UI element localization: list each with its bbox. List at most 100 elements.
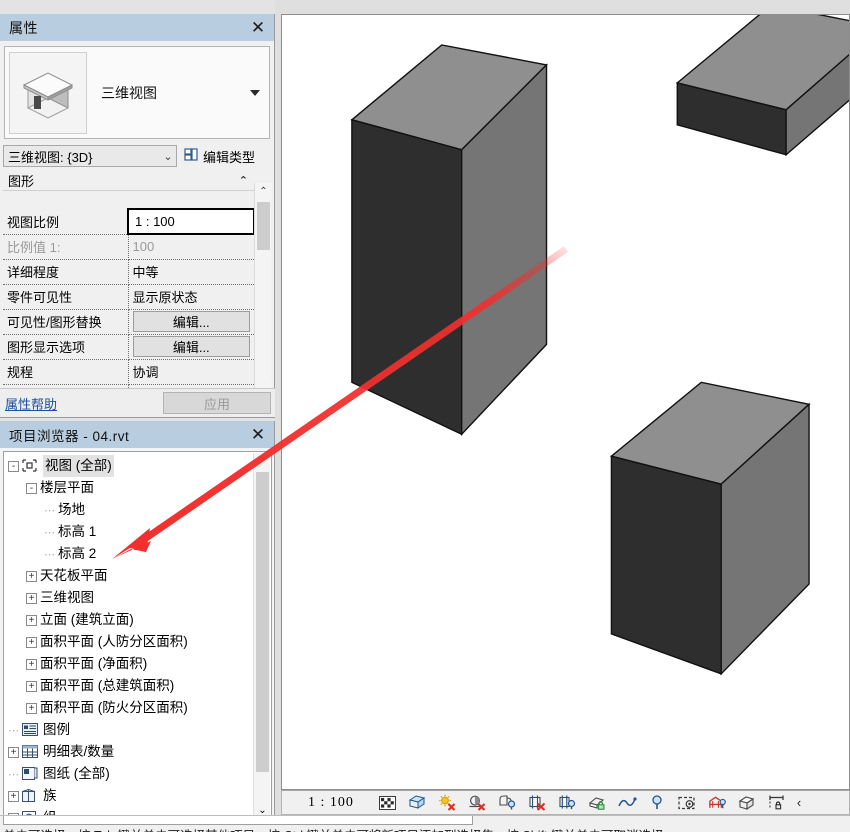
temporary-hide-isolate-icon[interactable]	[618, 793, 637, 812]
tree-item[interactable]: +面积平面 (净面积)	[4, 653, 271, 675]
parameter-value[interactable]: 显示原状态	[128, 284, 254, 309]
expand-node-icon[interactable]: +	[26, 615, 37, 626]
tree-item-label: 立面 (建筑立面)	[40, 609, 134, 631]
reveal-hidden-elements-icon[interactable]	[648, 793, 667, 812]
tree-item[interactable]: -视图 (全部)	[4, 455, 271, 477]
project-browser-tree: -视图 (全部)-楼层平面⋯场地⋯标高 1⋯标高 2+天花板平面+三维视图+立面…	[4, 452, 271, 819]
parameter-row: 可见性/图形替换编辑...	[3, 309, 254, 334]
expand-node-icon[interactable]: +	[26, 637, 37, 648]
tree-item[interactable]: +面积平面 (人防分区面积)	[4, 631, 271, 653]
expand-node-icon[interactable]: +	[26, 703, 37, 714]
parameter-value[interactable]: 协调	[128, 359, 254, 384]
scroll-up-icon[interactable]: ⌃	[254, 453, 271, 470]
constraints-icon[interactable]	[738, 793, 757, 812]
properties-palette: 属性 ✕ 三维视图	[0, 14, 275, 418]
tree-connector: ⋯	[8, 768, 20, 781]
collapse-node-icon[interactable]: -	[26, 483, 37, 494]
parameter-value[interactable]: 编辑...	[128, 309, 254, 334]
scroll-thumb[interactable]	[256, 472, 269, 772]
tree-item[interactable]: +天花板平面	[4, 565, 271, 587]
view-control-bar: 1 : 100	[281, 790, 850, 815]
shadows-off-icon[interactable]	[468, 793, 487, 812]
type-selector[interactable]: 三维视图	[4, 46, 270, 139]
tree-item-label: 族	[43, 785, 57, 807]
properties-scrollbar[interactable]: ⌃ ⌄	[254, 183, 271, 397]
double-chevron-up-icon[interactable]: ⌃	[239, 174, 248, 187]
tree-connector: ⋯	[44, 526, 56, 539]
tree-connector: ⋯	[44, 504, 56, 517]
project-browser-tree-container: -视图 (全部)-楼层平面⋯场地⋯标高 1⋯标高 2+天花板平面+三维视图+立面…	[3, 451, 272, 819]
expand-node-icon[interactable]: +	[26, 681, 37, 692]
close-icon[interactable]: ✕	[248, 425, 268, 445]
tree-item[interactable]: +三维视图	[4, 587, 271, 609]
view-control-overflow-caret[interactable]: ‹	[797, 795, 801, 810]
show-crop-region-icon[interactable]	[558, 793, 577, 812]
apply-button[interactable]: 应用	[163, 392, 271, 414]
tree-item[interactable]: +面积平面 (防火分区面积)	[4, 697, 271, 719]
parameter-edit-button[interactable]: 编辑...	[133, 336, 251, 357]
tree-item-label: 面积平面 (总建筑面积)	[40, 675, 174, 697]
expand-node-icon[interactable]: +	[26, 659, 37, 670]
tree-item[interactable]: +立面 (建筑立面)	[4, 609, 271, 631]
crop-region-off-icon[interactable]	[528, 793, 547, 812]
parameter-value: 100	[128, 234, 254, 259]
3d-model-scene[interactable]	[282, 15, 849, 790]
chevron-down-icon[interactable]	[250, 90, 260, 96]
temporary-view-properties-icon[interactable]	[678, 793, 697, 812]
tree-item-label: 图例	[43, 719, 70, 741]
tree-item[interactable]: ⋯场地	[4, 499, 271, 521]
close-icon[interactable]: ✕	[248, 18, 268, 38]
type-selector-row: 三维视图: {3D} ⌄ 编辑类型	[3, 145, 271, 167]
tree-item-label: 面积平面 (人防分区面积)	[40, 631, 188, 653]
view-control-icons	[378, 793, 787, 812]
parameter-edit-button[interactable]: 编辑...	[133, 311, 251, 332]
tree-item[interactable]: ⋯标高 2	[4, 543, 271, 565]
expand-node-icon[interactable]: +	[8, 791, 19, 802]
tree-item[interactable]: -楼层平面	[4, 477, 271, 499]
tree-item[interactable]: +面积平面 (总建筑面积)	[4, 675, 271, 697]
tree-item[interactable]: ⋯图例	[4, 719, 271, 741]
project-browser-scrollbar[interactable]: ⌃ ⌄	[253, 453, 270, 819]
parameter-value[interactable]: 中等	[128, 259, 254, 284]
tree-item[interactable]: ⋯标高 1	[4, 521, 271, 543]
measure-lock-icon[interactable]	[768, 793, 787, 812]
3d-view-canvas-area[interactable]	[281, 14, 850, 790]
tree-item[interactable]: +族	[4, 785, 271, 807]
expand-node-icon[interactable]: +	[26, 593, 37, 604]
analytical-model-icon[interactable]	[708, 793, 727, 812]
status-bar-input[interactable]	[3, 815, 473, 825]
parameter-row: 零件可见性显示原状态	[3, 284, 254, 309]
tree-item-label: 面积平面 (防火分区面积)	[40, 697, 188, 719]
schedule-icon	[22, 745, 39, 760]
tree-item-label: 明细表/数量	[43, 741, 114, 763]
scroll-up-icon[interactable]: ⌃	[255, 183, 272, 200]
edit-type-button[interactable]: 编辑类型	[184, 147, 255, 166]
expand-node-icon[interactable]: +	[8, 747, 19, 758]
chevron-down-icon[interactable]: ⌄	[160, 150, 176, 163]
collapse-node-icon[interactable]: -	[8, 461, 19, 472]
properties-help-link[interactable]: 属性帮助	[5, 394, 57, 413]
scroll-thumb[interactable]	[257, 202, 270, 250]
parameter-value[interactable]: 编辑...	[128, 334, 254, 359]
parameters-grid: 视图比例1 : 100比例值 1:100详细程度中等零件可见性显示原状态可见性/…	[3, 208, 254, 397]
visual-style-icon[interactable]	[408, 793, 427, 812]
parameter-value[interactable]: 1 : 100	[128, 209, 254, 234]
graphics-group-header[interactable]: 图形 ⌃	[3, 171, 254, 191]
view-scale-label[interactable]: 1 : 100	[308, 795, 354, 811]
view-type-combo[interactable]: 三维视图: {3D} ⌄	[3, 145, 177, 167]
tree-item[interactable]: + 明细表/数量	[4, 741, 271, 763]
tree-item-label: 楼层平面	[40, 477, 94, 499]
parameter-row: 规程协调	[3, 359, 254, 384]
sun-path-off-icon[interactable]	[438, 793, 457, 812]
detail-level-icon[interactable]	[378, 793, 397, 812]
expand-node-icon[interactable]: +	[26, 571, 37, 582]
tree-item-label: 标高 1	[58, 521, 96, 543]
legend-icon	[22, 723, 39, 738]
tree-item[interactable]: ⋯图纸 (全部)	[4, 763, 271, 785]
render-dialog-icon[interactable]	[498, 793, 517, 812]
tree-item-label: 面积平面 (净面积)	[40, 653, 147, 675]
lock-3d-view-icon[interactable]	[588, 793, 607, 812]
properties-title: 属性	[9, 18, 38, 38]
parameter-key: 视图比例	[3, 209, 128, 234]
house-3d-icon	[9, 52, 87, 134]
